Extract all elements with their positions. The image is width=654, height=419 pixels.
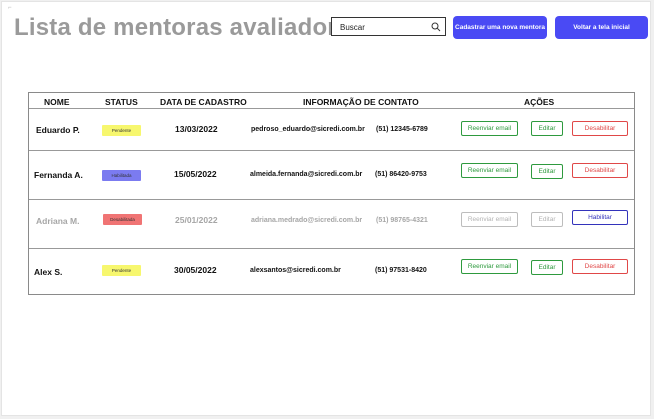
registration-date: 25/01/2022 xyxy=(175,215,218,225)
disable-button[interactable]: Desabilitar xyxy=(572,121,628,136)
status-badge: Habilitada xyxy=(102,170,141,181)
column-header-contact: INFORMAÇÃO DE CONTATO xyxy=(303,97,419,107)
column-header-date: DATA DE CADASTRO xyxy=(160,97,247,107)
resend-email-button[interactable]: Reenviar email xyxy=(461,259,518,274)
disable-button[interactable]: Desabilitar xyxy=(572,163,628,178)
resend-email-button[interactable]: Reenviar email xyxy=(461,163,518,178)
enable-button[interactable]: Habilitar xyxy=(572,210,628,225)
table-row: Eduardo P. Pendente 13/03/2022 pedroso_e… xyxy=(29,109,634,150)
search-input[interactable] xyxy=(340,20,428,34)
resend-email-button[interactable]: Reenviar email xyxy=(461,121,518,136)
registration-date: 30/05/2022 xyxy=(174,265,217,275)
page-title: Lista de mentoras avaliadoras xyxy=(14,14,364,41)
table-row: Alex S. Pendente 30/05/2022 alexsantos@s… xyxy=(29,249,634,295)
search-icon[interactable] xyxy=(431,22,441,32)
disable-button[interactable]: Desabilitar xyxy=(572,259,628,274)
contact-phone: (51) 86420-9753 xyxy=(375,171,427,178)
search-box[interactable] xyxy=(331,17,446,36)
contact-email: pedroso_eduardo@sicredi.com.br xyxy=(251,126,365,133)
status-badge: Pendente xyxy=(102,125,141,136)
mentor-name: Eduardo P. xyxy=(36,125,80,135)
status-badge: Pendente xyxy=(102,265,141,276)
registration-date: 15/05/2022 xyxy=(174,169,217,179)
mentors-table: NOME STATUS DATA DE CADASTRO INFORMAÇÃO … xyxy=(28,92,635,295)
contact-email: alexsantos@sicredi.com.br xyxy=(250,267,341,274)
contact-email: adriana.medrado@sicredi.com.br xyxy=(251,217,363,224)
column-header-status: STATUS xyxy=(105,97,138,107)
status-badge: Desabilitada xyxy=(103,214,142,225)
edit-button[interactable]: Editar xyxy=(531,121,563,136)
contact-phone: (51) 97531-8420 xyxy=(375,267,427,274)
edit-button[interactable]: Editar xyxy=(531,164,563,179)
registration-date: 13/03/2022 xyxy=(175,124,218,134)
mentor-name: Fernanda A. xyxy=(34,170,83,180)
table-row: Fernanda A. Habilitada 15/05/2022 almeid… xyxy=(29,151,634,199)
table-row: Adriana M. Desabilitada 25/01/2022 adria… xyxy=(29,200,634,248)
contact-phone: (51) 98765-4321 xyxy=(376,217,428,224)
contact-email: almeida.fernanda@sicredi.com.br xyxy=(250,171,363,178)
mentor-name: Adriana M. xyxy=(36,216,80,226)
new-mentor-button[interactable]: Cadastrar uma nova mentora xyxy=(453,16,547,39)
mentor-name: Alex S. xyxy=(34,267,63,277)
contact-phone: (51) 12345-6789 xyxy=(376,126,428,133)
resend-email-button[interactable]: Reenviar email xyxy=(461,212,518,227)
back-home-button[interactable]: Voltar a tela inicial xyxy=(555,16,648,39)
page-frame: ⌐ Lista de mentoras avaliadoras Cadastra… xyxy=(1,1,651,416)
edit-button[interactable]: Editar xyxy=(531,212,563,227)
column-header-actions: AÇÕES xyxy=(524,97,555,107)
column-header-name: NOME xyxy=(44,97,70,107)
corner-mark: ⌐ xyxy=(8,5,12,11)
edit-button[interactable]: Editar xyxy=(531,260,563,275)
